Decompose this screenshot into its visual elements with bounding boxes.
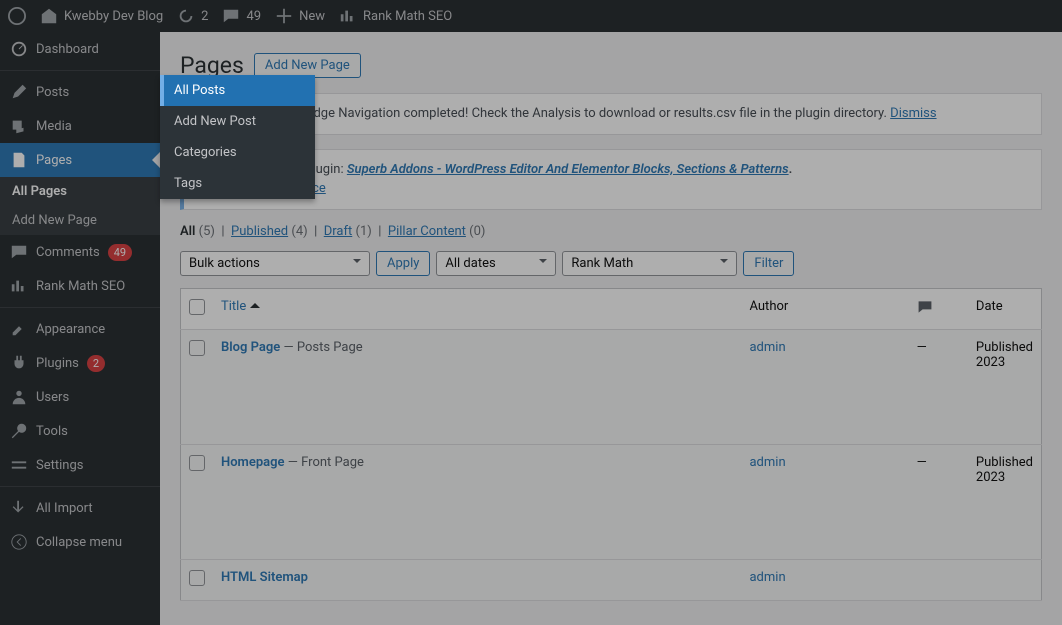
row-checkbox[interactable] [189,340,205,356]
updates-count: 2 [201,9,208,24]
col-author: Author [741,288,908,329]
sidebar-settings[interactable]: Settings [0,448,160,482]
row-author-link[interactable]: admin [749,570,785,585]
table-row: Blog Page — Posts Pageadmin—Published202… [181,329,1042,444]
col-comments[interactable] [909,288,968,329]
new-link[interactable]: New [275,7,325,25]
row-checkbox[interactable] [189,455,205,471]
sidebar-comments[interactable]: Comments49 [0,235,160,269]
updates-link[interactable]: 2 [177,7,208,25]
sidebar-pages[interactable]: Pages [0,143,160,177]
row-comments: — [909,444,968,559]
row-title-link[interactable]: Blog Page [221,340,280,355]
admin-toolbar: Kwebby Dev Blog 2 49 New Rank Math SEO [0,0,1062,32]
select-all-checkbox[interactable] [189,299,205,315]
admin-sidebar: Dashboard Posts All Posts Add New Post C… [0,32,160,625]
row-comments [909,559,968,600]
rankmath-label: Rank Math SEO [363,9,452,24]
pages-submenu: All Pages Add New Page [0,177,160,235]
row-title-link[interactable]: HTML Sitemap [221,570,308,585]
row-date: Published2023 [968,329,1042,444]
row-date: Published2023 [968,444,1042,559]
notice1-dismiss-link[interactable]: Dismiss [890,106,936,121]
flyout-categories[interactable]: Categories [160,137,315,168]
bulk-controls: Bulk actions Apply All dates Rank Math F… [180,251,1042,276]
sidebar-posts[interactable]: Posts [0,75,160,109]
flyout-all-posts[interactable]: All Posts [160,75,315,106]
sidebar-rankmath[interactable]: Rank Math SEO [0,269,160,303]
filter-published[interactable]: Published [231,224,288,239]
sidebar-plugins[interactable]: Plugins2 [0,346,160,380]
table-row: HTML Sitemap admin [181,559,1042,600]
bulk-actions-select[interactable]: Bulk actions [180,251,370,276]
row-author-link[interactable]: admin [749,340,785,355]
superb-addons-link[interactable]: Superb Addons - WordPress Editor And Ele… [347,162,789,177]
row-comments: — [909,329,968,444]
filter-pillar[interactable]: Pillar Content [388,224,466,239]
row-checkbox[interactable] [189,570,205,586]
sidebar-allimport[interactable]: All Import [0,491,160,525]
filter-button[interactable]: Filter [743,251,794,276]
comments-badge: 49 [108,244,132,261]
site-link[interactable]: Kwebby Dev Blog [40,7,163,25]
submenu-add-new-page[interactable]: Add New Page [0,206,160,235]
sidebar-users[interactable]: Users [0,380,160,414]
col-title[interactable]: Title [213,288,741,329]
submenu-all-pages[interactable]: All Pages [0,177,160,206]
row-author-link[interactable]: admin [749,455,785,470]
filter-all[interactable]: All [180,224,195,239]
site-name: Kwebby Dev Blog [64,9,163,24]
filter-draft[interactable]: Draft [324,224,353,239]
status-filters: All (5) | Published (4) | Draft (1) | Pi… [180,224,1042,239]
wp-logo[interactable] [8,7,26,25]
sidebar-tools[interactable]: Tools [0,414,160,448]
plugins-badge: 2 [87,355,105,372]
sidebar-appearance[interactable]: Appearance [0,312,160,346]
sidebar-media[interactable]: Media [0,109,160,143]
table-row: Homepage — Front Pageadmin—Published2023 [181,444,1042,559]
apply-button[interactable]: Apply [376,251,430,276]
comments-link[interactable]: 49 [222,7,261,25]
sidebar-collapse[interactable]: Collapse menu [0,525,160,559]
new-label: New [299,9,325,24]
dates-select[interactable]: All dates [436,251,556,276]
pages-table: Title Author Date Blog Page — Posts Page… [180,288,1042,601]
comments-count: 49 [246,9,261,24]
col-date[interactable]: Date [968,288,1042,329]
posts-flyout: All Posts Add New Post Categories Tags [160,75,315,199]
flyout-add-new-post[interactable]: Add New Post [160,106,315,137]
rankmath-toolbar[interactable]: Rank Math SEO [339,7,452,25]
rankmath-select[interactable]: Rank Math [562,251,737,276]
sidebar-dashboard[interactable]: Dashboard [0,32,160,66]
row-title-link[interactable]: Homepage [221,455,285,470]
flyout-tags[interactable]: Tags [160,168,315,199]
sort-asc-icon [250,298,260,308]
row-date [968,559,1042,600]
